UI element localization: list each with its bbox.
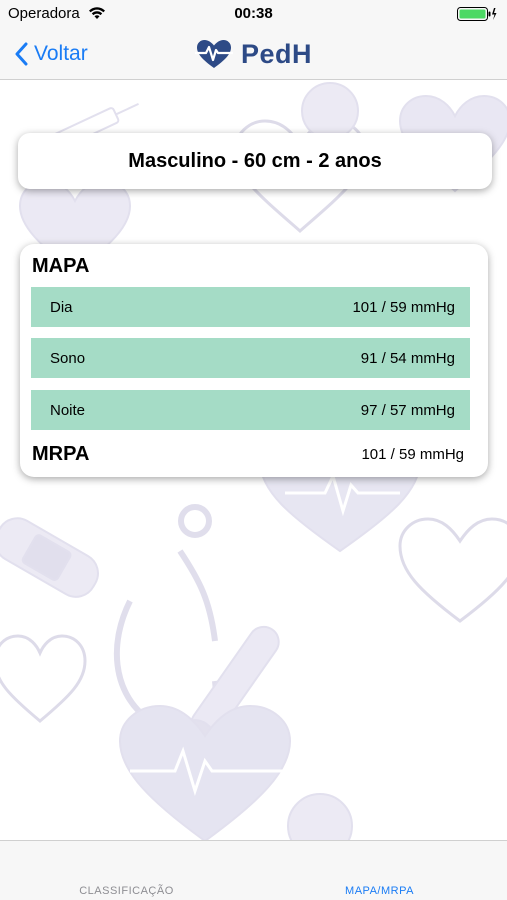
tab-classificacao[interactable]: CLASSIFICAÇÃO [0, 885, 253, 897]
mapa-row-dia: Dia 101 / 59 mmHg [31, 287, 470, 327]
app-brand: PedH [195, 36, 312, 72]
patient-summary: Masculino - 60 cm - 2 anos [128, 149, 382, 172]
ornament-icon [287, 793, 353, 840]
row-value: 97 / 57 mmHg [360, 401, 455, 419]
patient-summary-card: Masculino - 60 cm - 2 anos [18, 133, 492, 189]
tab-bar: CLASSIFICAÇÃO MAPA/MRPA [0, 840, 507, 900]
battery-icon [457, 6, 497, 27]
ornament-icon [301, 82, 359, 140]
row-value: 91 / 54 mmHg [360, 349, 455, 367]
heart-outline-icon [0, 634, 87, 723]
heart-outline-icon [398, 517, 507, 623]
blood-pressure-results-card: MAPA Dia 101 / 59 mmHg Sono 91 / 54 mmHg… [20, 244, 488, 477]
heart-pulse-logo-icon [195, 40, 233, 68]
navigation-bar: Voltar PedH [0, 28, 507, 80]
status-bar: Operadora 00:38 [0, 0, 507, 28]
back-button[interactable]: Voltar [14, 40, 88, 68]
chevron-left-icon [15, 42, 28, 66]
bandage-icon [0, 517, 99, 598]
stethoscope-icon [113, 504, 219, 737]
status-time: 00:38 [234, 5, 273, 22]
mapa-row-noite: Noite 97 / 57 mmHg [31, 390, 470, 430]
back-label: Voltar [34, 42, 88, 65]
row-label: Dia [50, 298, 73, 316]
mapa-title: MAPA [32, 255, 90, 277]
app-name: PedH [241, 38, 313, 69]
row-label: Noite [50, 401, 86, 419]
mrpa-value: 101 / 59 mmHg [361, 446, 464, 463]
row-label: Sono [50, 349, 86, 367]
tab-mapa-mrpa[interactable]: MAPA/MRPA [253, 885, 506, 897]
mrpa-title: MRPA [32, 443, 90, 465]
mapa-row-sono: Sono 91 / 54 mmHg [31, 338, 470, 378]
row-value: 101 / 59 mmHg [352, 298, 455, 316]
